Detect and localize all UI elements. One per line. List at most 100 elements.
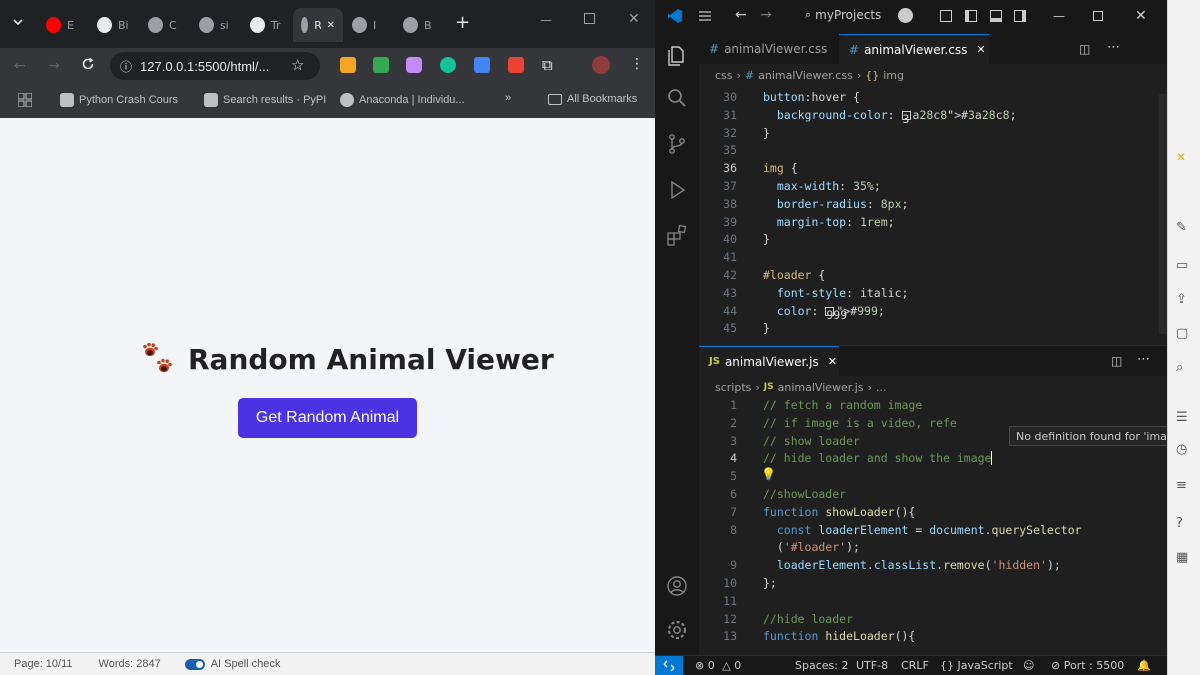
code-line[interactable]: 7 function showLoader(){ [699, 505, 1159, 523]
split-editor-icon[interactable]: ◫ [1111, 354, 1122, 368]
maximize-icon[interactable] [584, 13, 595, 24]
extension-icon[interactable] [474, 57, 490, 73]
help-icon[interactable]: ? [1176, 516, 1192, 532]
css-code-area[interactable]: 30 button:hover {31 background-color: 3 a2… [699, 90, 1167, 342]
code-line[interactable]: 42 #loader { [699, 268, 1159, 286]
explorer-icon[interactable] [665, 44, 689, 68]
account-icon[interactable] [665, 574, 689, 598]
indentation-status[interactable]: Spaces: 2 [795, 659, 848, 672]
browser-tab[interactable]: I [344, 8, 394, 42]
extension-icon[interactable] [406, 57, 422, 73]
notifications-bell-icon[interactable]: 🔔 [1137, 659, 1151, 672]
pen-icon[interactable]: ✎ [1176, 220, 1192, 236]
reload-icon[interactable] [80, 56, 96, 72]
spellcheck-toggle[interactable]: AI Spell check [184, 658, 280, 670]
code-line[interactable]: 1 // fetch a random image [699, 398, 1159, 416]
bookmark-pypi[interactable]: Search results · PyPI [204, 93, 326, 107]
breadcrumb-item[interactable]: scripts [715, 381, 751, 394]
live-server-status[interactable]: ⊘ Port : 5500 [1051, 659, 1124, 672]
apps-icon[interactable]: ▦ [1176, 550, 1192, 566]
bookmark-anaconda[interactable]: Anaconda | Individu... [340, 93, 465, 107]
nav-back-icon[interactable]: ← [735, 7, 747, 23]
extension-icon[interactable] [340, 57, 356, 73]
tab-search-icon[interactable] [10, 14, 26, 30]
code-line[interactable]: 35 [699, 143, 1159, 161]
code-line[interactable]: 30 button:hover { [699, 90, 1159, 108]
bookmark-star-icon[interactable]: ☆ [291, 56, 304, 74]
close-window-icon[interactable]: ✕ [1135, 8, 1147, 24]
extensions-puzzle-icon[interactable]: ⧉ [542, 56, 553, 74]
grammarly-icon[interactable] [440, 57, 456, 73]
close-window-icon[interactable]: ✕ [628, 11, 640, 27]
toggle-panel-icon[interactable] [990, 10, 1002, 22]
browser-tab[interactable]: C [140, 8, 190, 42]
code-line[interactable]: 6 //showLoader [699, 487, 1159, 505]
share-icon[interactable]: ⇪ [1176, 292, 1192, 308]
bookmark-python-crash-course[interactable]: Python Crash Cours [60, 93, 178, 107]
source-control-icon[interactable] [665, 132, 689, 156]
minimize-icon[interactable]: — [540, 13, 552, 27]
run-debug-icon[interactable] [665, 178, 689, 202]
code-line[interactable]: 32} [699, 126, 1159, 144]
close-tab-icon[interactable]: ✕ [976, 43, 985, 56]
browser-tab[interactable]: E [38, 8, 88, 42]
more-bookmarks-icon[interactable]: » [505, 92, 511, 104]
code-line[interactable]: 40} [699, 232, 1159, 250]
breadcrumb-item[interactable]: css [715, 69, 733, 82]
list-icon[interactable]: ≡ [1176, 478, 1192, 494]
remote-indicator-icon[interactable] [655, 656, 683, 675]
layers-icon[interactable]: ☰ [1176, 410, 1192, 426]
lightbulb-icon[interactable]: 💡 [761, 467, 776, 481]
extensions-icon[interactable] [665, 224, 689, 248]
comment-icon[interactable]: ▢ [1176, 326, 1192, 342]
address-bar[interactable]: ⓘ 127.0.0.1:5500/html/... [110, 52, 320, 80]
code-line[interactable]: 13 function hideLoader(){ [699, 629, 1159, 647]
code-line[interactable]: 38 border-radius: 8px; [699, 197, 1159, 215]
browser-tab[interactable]: R ✕ [293, 8, 343, 42]
more-actions-icon[interactable]: ⋯ [1137, 352, 1150, 367]
highlight-icon[interactable]: ✕ [1176, 150, 1192, 166]
minimize-icon[interactable]: — [1053, 9, 1065, 23]
timer-icon[interactable]: ◷ [1176, 442, 1192, 458]
search-icon[interactable] [665, 86, 689, 110]
code-line[interactable]: 12 //hide loader [699, 612, 1159, 630]
editor-scrollbar[interactable] [1159, 94, 1167, 334]
browser-tab[interactable]: Tr [242, 8, 292, 42]
page-icon[interactable]: ▭ [1176, 258, 1192, 274]
nav-forward-icon[interactable]: → [760, 7, 772, 23]
extension-icon[interactable] [373, 57, 389, 73]
code-line[interactable]: ('#loader'); [699, 540, 1159, 558]
toggle-sidebar-icon[interactable] [965, 10, 977, 22]
more-actions-icon[interactable]: ⋯ [1107, 40, 1120, 55]
code-line[interactable]: 37 max-width: 35%; [699, 179, 1159, 197]
extension-icon[interactable] [508, 57, 524, 73]
code-line[interactable]: 8 const loaderElement = document.querySe… [699, 523, 1159, 541]
browser-menu-icon[interactable]: ⋮ [630, 56, 644, 72]
code-line[interactable]: 9 loaderElement.classList.remove('hidden… [699, 558, 1159, 576]
back-icon[interactable]: ← [14, 58, 26, 74]
forward-icon[interactable]: → [48, 58, 60, 74]
split-editor-icon[interactable]: ◫ [1079, 42, 1090, 56]
code-line[interactable]: 43 font-style: italic; [699, 286, 1159, 304]
code-line[interactable]: 36 img { [699, 161, 1159, 179]
find-icon[interactable]: ⌕ [1176, 360, 1192, 376]
code-line[interactable]: 10}; [699, 576, 1159, 594]
code-line[interactable]: 45} [699, 321, 1159, 339]
tab-animalviewer-js[interactable]: JS animalViewer.js ✕ [699, 346, 839, 376]
settings-gear-icon[interactable] [665, 618, 689, 642]
all-bookmarks[interactable]: All Bookmarks [548, 93, 637, 105]
breadcrumb-item[interactable]: img [883, 69, 904, 82]
browser-tab[interactable]: si [191, 8, 241, 42]
get-random-animal-button[interactable]: Get Random Animal [238, 398, 417, 438]
close-tab-icon[interactable]: ✕ [327, 20, 335, 31]
copilot-icon[interactable] [898, 8, 913, 23]
tab-animalviewer-css-1[interactable]: # animalViewer.css [699, 34, 839, 64]
code-line[interactable]: 31 background-color: 3 a28c8">#3a28c8; [699, 108, 1159, 126]
code-line[interactable]: 41 [699, 250, 1159, 268]
profile-avatar[interactable] [592, 56, 610, 74]
code-line[interactable]: 44 color: 999">#999; [699, 304, 1159, 322]
site-info-icon[interactable]: ⓘ [120, 58, 132, 75]
copilot-status-icon[interactable]: ☺ [1023, 659, 1034, 672]
breadcrumb-item[interactable]: ... [876, 381, 887, 394]
browser-tab[interactable]: B [395, 8, 445, 42]
